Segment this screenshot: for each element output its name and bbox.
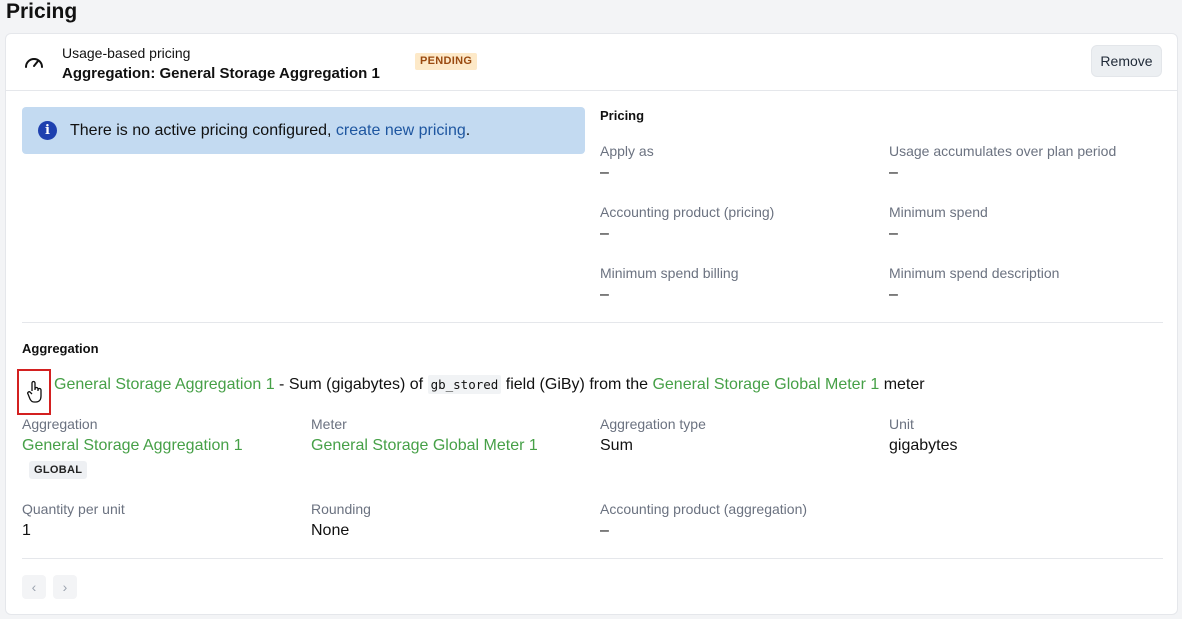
field-value-apply-as: – [600, 164, 609, 181]
header-subtitle: Usage-based pricing [62, 45, 191, 61]
aggregation-value-link[interactable]: General Storage Aggregation 1 [22, 437, 243, 455]
field-label-meter: Meter [311, 416, 347, 432]
field-label-minimum-spend-billing: Minimum spend billing [600, 265, 739, 281]
field-label-unit: Unit [889, 416, 914, 432]
summary-part-3: meter [879, 376, 925, 393]
meter-link[interactable]: General Storage Global Meter 1 [652, 376, 879, 393]
meter-value-link[interactable]: General Storage Global Meter 1 [311, 437, 538, 455]
field-label-aggregation-type: Aggregation type [600, 416, 706, 432]
alert-message: There is no active pricing configured, [70, 122, 336, 139]
pricing-heading: Pricing [600, 108, 645, 123]
field-label-minimum-spend: Minimum spend [889, 204, 988, 220]
create-pricing-link[interactable]: create new pricing [336, 122, 466, 139]
field-label-aggregation: Aggregation [22, 416, 98, 432]
field-value-rounding: None [311, 522, 350, 539]
field-value-quantity-per-unit: 1 [22, 522, 31, 539]
section-divider [22, 322, 1163, 323]
field-value-minimum-spend: – [889, 225, 898, 242]
alert-suffix: . [465, 122, 471, 139]
global-badge: GLOBAL [29, 461, 88, 479]
field-value-accounting-product-aggregation: – [600, 522, 609, 539]
field-label-rounding: Rounding [311, 501, 371, 517]
field-label-accounting-product-aggregation: Accounting product (aggregation) [600, 501, 808, 517]
field-label-minimum-spend-description: Minimum spend description [889, 265, 1060, 281]
info-icon: i [38, 121, 57, 140]
field-label-quantity-per-unit: Quantity per unit [22, 501, 125, 517]
field-value-usage-accumulates: – [889, 164, 898, 181]
summary-part-2: field (GiBy) from the [501, 376, 653, 393]
summary-part-1: - Sum (gigabytes) of [274, 376, 428, 393]
page-title: Pricing [6, 0, 78, 23]
remove-button[interactable]: Remove [1091, 45, 1162, 77]
field-value-accounting-product-pricing: – [600, 225, 609, 242]
field-label-usage-accumulates: Usage accumulates over plan period [889, 143, 1117, 159]
status-badge: PENDING [415, 53, 478, 70]
pager-divider [22, 558, 1163, 559]
field-value-minimum-spend-billing: – [600, 286, 609, 303]
aggregation-heading: Aggregation [22, 341, 99, 356]
field-label-accounting-product-pricing: Accounting product (pricing) [600, 204, 775, 220]
chevron-left-icon: ‹ [31, 579, 37, 595]
field-value-aggregation-type: Sum [600, 437, 633, 454]
alert-text: There is no active pricing configured, c… [70, 122, 470, 140]
aggregation-link[interactable]: General Storage Aggregation 1 [54, 376, 275, 393]
hand-pointer-icon [26, 380, 44, 409]
card-header: Usage-based pricing Aggregation: General… [6, 34, 1177, 91]
prev-page-button[interactable]: ‹ [22, 575, 46, 599]
field-label-apply-as: Apply as [600, 143, 654, 159]
no-pricing-alert: i There is no active pricing configured,… [22, 107, 585, 154]
aggregation-summary: General Storage Aggregation 1 - Sum (gig… [54, 375, 925, 394]
pricing-card: Usage-based pricing Aggregation: General… [5, 33, 1178, 615]
expand-button[interactable] [17, 369, 51, 415]
field-code: gb_stored [427, 375, 502, 394]
next-page-button[interactable]: › [53, 575, 77, 599]
gauge-icon [23, 52, 45, 72]
chevron-right-icon: › [62, 579, 68, 595]
field-value-unit: gigabytes [889, 437, 958, 454]
header-title: Aggregation: General Storage Aggregation… [62, 65, 380, 82]
field-value-minimum-spend-description: – [889, 286, 898, 303]
